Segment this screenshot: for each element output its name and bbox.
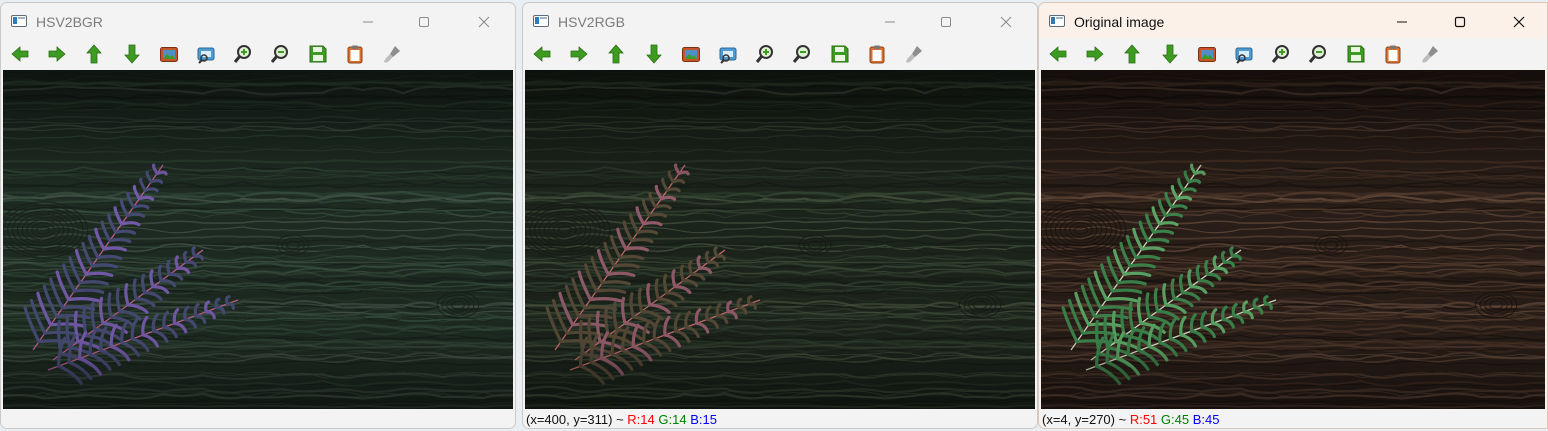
arrow-left-icon[interactable] [528, 40, 556, 68]
status-blue-value: B:15 [690, 412, 717, 427]
clipboard-icon[interactable] [863, 40, 891, 68]
titlebar[interactable]: Original image [1039, 3, 1547, 38]
minimize-icon [885, 21, 895, 23]
status-bar [3, 409, 513, 428]
minimize-button[interactable] [867, 8, 913, 36]
brush-icon[interactable] [900, 40, 928, 68]
zoom-fit-icon[interactable] [1230, 40, 1258, 68]
save-icon[interactable] [1342, 40, 1370, 68]
status-green-value: G:14 [658, 412, 687, 427]
zoom-out-icon[interactable] [1304, 40, 1332, 68]
status-green-value: G:45 [1160, 412, 1190, 427]
toolbar [1039, 38, 1547, 70]
status-red-value: R:51 [1129, 412, 1158, 427]
arrow-down-icon[interactable] [640, 40, 668, 68]
minimize-icon [1397, 21, 1407, 23]
window-original-image[interactable]: Original image (x=4, y=270) ~ R:51 G:45 … [1038, 2, 1548, 429]
zoom-out-icon[interactable] [788, 40, 816, 68]
maximize-icon [941, 17, 951, 27]
status-blue-value: B:45 [1192, 412, 1220, 427]
arrow-right-icon[interactable] [565, 40, 593, 68]
arrow-up-icon[interactable] [602, 40, 630, 68]
window-app-icon [1049, 15, 1065, 27]
close-icon [478, 16, 490, 28]
save-icon[interactable] [826, 40, 854, 68]
close-button[interactable] [461, 8, 507, 36]
image-canvas[interactable] [1041, 70, 1545, 409]
toolbar [523, 38, 1037, 70]
titlebar[interactable]: HSV2BGR [1, 3, 515, 38]
image-icon[interactable] [155, 40, 183, 68]
zoom-in-icon[interactable] [1267, 40, 1295, 68]
status-bar: (x=4, y=270) ~ R:51 G:45 B:45 [1041, 409, 1545, 428]
image-canvas[interactable] [525, 70, 1035, 409]
arrow-up-icon[interactable] [1118, 40, 1146, 68]
clipboard-icon[interactable] [1379, 40, 1407, 68]
arrow-down-icon[interactable] [118, 40, 146, 68]
window-app-icon [533, 15, 549, 27]
arrow-left-icon[interactable] [1044, 40, 1072, 68]
status-bar: (x=400, y=311) ~ R:14 G:14 B:15 [525, 409, 1035, 428]
minimize-icon [363, 21, 373, 23]
maximize-button[interactable] [1437, 8, 1483, 36]
clipboard-icon[interactable] [341, 40, 369, 68]
status-coordinates: (x=400, y=311) ~ [526, 412, 628, 427]
maximize-button[interactable] [923, 8, 969, 36]
zoom-fit-icon[interactable] [192, 40, 220, 68]
arrow-right-icon[interactable] [43, 40, 71, 68]
toolbar [1, 38, 515, 70]
status-coordinates [3, 412, 4, 427]
zoom-out-icon[interactable] [266, 40, 294, 68]
arrow-right-icon[interactable] [1081, 40, 1109, 68]
titlebar[interactable]: HSV2RGB [523, 3, 1037, 38]
image-icon[interactable] [677, 40, 705, 68]
maximize-icon [1454, 16, 1466, 28]
close-button[interactable] [1496, 8, 1542, 36]
image-icon[interactable] [1193, 40, 1221, 68]
arrow-left-icon[interactable] [6, 40, 34, 68]
status-coordinates: (x=4, y=270) ~ [1042, 412, 1130, 427]
close-button[interactable] [983, 8, 1029, 36]
minimize-button[interactable] [345, 8, 391, 36]
maximize-icon [419, 17, 429, 27]
brush-icon[interactable] [378, 40, 406, 68]
zoom-in-icon[interactable] [229, 40, 257, 68]
fern-on-wood-image [3, 70, 513, 409]
image-canvas[interactable] [3, 70, 513, 409]
window-title: HSV2BGR [36, 14, 103, 30]
window-app-icon [11, 15, 27, 27]
zoom-in-icon[interactable] [751, 40, 779, 68]
status-red-value: R:14 [627, 412, 655, 427]
window-hsv2rgb[interactable]: HSV2RGB (x=400, y=311) ~ R:14 G:14 B:15 [522, 2, 1038, 429]
maximize-button[interactable] [401, 8, 447, 36]
close-icon [1000, 16, 1012, 28]
close-icon [1513, 16, 1525, 28]
window-hsv2bgr[interactable]: HSV2BGR [0, 2, 516, 429]
arrow-down-icon[interactable] [1156, 40, 1184, 68]
window-title: Original image [1074, 14, 1165, 30]
zoom-fit-icon[interactable] [714, 40, 742, 68]
fern-on-wood-image [1041, 70, 1545, 409]
save-icon[interactable] [304, 40, 332, 68]
minimize-button[interactable] [1379, 8, 1425, 36]
brush-icon[interactable] [1416, 40, 1444, 68]
fern-on-wood-image [525, 70, 1035, 409]
arrow-up-icon[interactable] [80, 40, 108, 68]
window-title: HSV2RGB [558, 14, 625, 30]
